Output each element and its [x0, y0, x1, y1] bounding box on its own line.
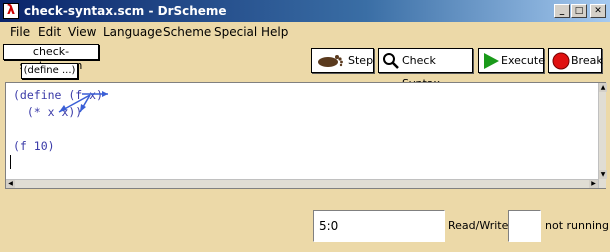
file-name-button[interactable]: check-syntax.scm — [3, 44, 99, 72]
scroll-up-arrow-icon[interactable]: ▲ — [599, 83, 607, 92]
cursor-position-field: 5:0 — [313, 210, 445, 242]
close-button[interactable]: ✕ — [590, 4, 606, 18]
binding-arrows — [58, 91, 108, 113]
menu-help[interactable]: Help — [261, 25, 288, 39]
define-menu-button[interactable]: (define ...) — [21, 63, 78, 79]
main-area: check-syntax.scm (define ...) Step Check… — [0, 42, 610, 252]
lambda-app-icon: λ — [3, 3, 19, 19]
scroll-right-arrow-icon[interactable]: ▶ — [589, 180, 598, 188]
read-write-status: Read/Write — [448, 219, 509, 232]
scroll-down-arrow-icon[interactable]: ▼ — [599, 170, 607, 179]
break-button[interactable]: Break — [548, 48, 603, 73]
check-syntax-button[interactable]: Check Syntax — [378, 48, 473, 90]
menu-file[interactable]: File — [10, 25, 30, 39]
break-label: Break — [571, 54, 603, 67]
window-title: check-syntax.scm - DrScheme — [24, 4, 227, 18]
play-arrow-icon — [484, 53, 499, 69]
menu-language[interactable]: Language — [103, 25, 162, 39]
maximize-button[interactable]: □ — [571, 4, 587, 18]
menu-scheme[interactable]: Scheme — [163, 25, 211, 39]
title-bar: λ check-syntax.scm - DrScheme _ □ ✕ — [0, 0, 610, 22]
menu-special[interactable]: Special — [214, 25, 257, 39]
step-button[interactable]: Step — [311, 48, 374, 73]
horizontal-scrollbar[interactable]: ◀ ▶ — [6, 179, 598, 188]
menu-edit[interactable]: Edit — [38, 25, 61, 39]
execute-button[interactable]: Execute — [478, 48, 545, 73]
vertical-scrollbar[interactable]: ▲ ▼ — [598, 83, 607, 188]
minimize-button[interactable]: _ — [554, 4, 570, 18]
menu-view[interactable]: View — [68, 25, 96, 39]
stop-icon — [552, 52, 570, 70]
scroll-left-arrow-icon[interactable]: ◀ — [6, 180, 15, 188]
magnifier-icon — [383, 53, 399, 69]
menu-bar: File Edit View Language Scheme Special H… — [0, 22, 610, 42]
step-label: Step — [348, 54, 374, 67]
footprint-icon — [318, 55, 343, 67]
execute-label: Execute — [501, 54, 545, 67]
definitions-editor[interactable]: (define (f x) (* x x)) (f 10) ▲ ▼ ◀ ▶ — [5, 82, 607, 189]
running-status: not running — [545, 219, 609, 232]
gc-indicator — [508, 210, 541, 242]
